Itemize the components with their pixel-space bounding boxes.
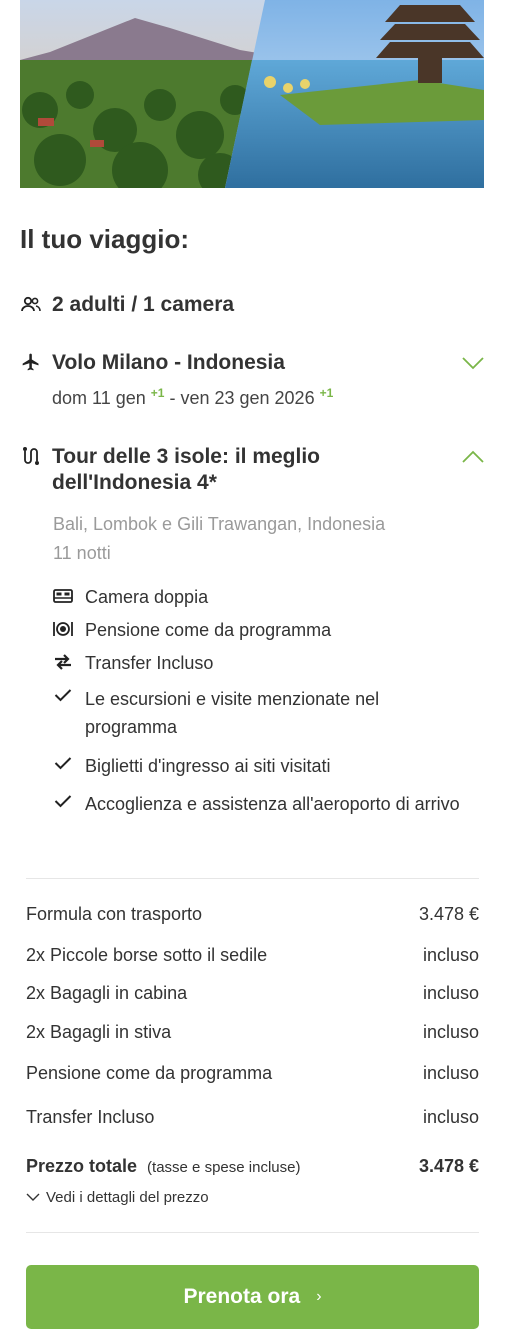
price-line-label: 2x Bagagli in stiva (26, 1022, 172, 1042)
date-separator: - (164, 388, 181, 408)
tour-header[interactable]: Tour delle 3 isole: il meglio dell'Indon… (20, 444, 484, 496)
price-line-value: incluso (422, 945, 479, 965)
depart-plus-day: +1 (150, 386, 165, 400)
inclusion-item: Transfer Incluso (85, 653, 214, 673)
book-now-button[interactable]: Prenota ora › (26, 1265, 479, 1329)
guests-label: 2 adulti / 1 camera (52, 293, 235, 316)
price-line-value: incluso (422, 1107, 479, 1127)
tour-location: Bali, Lombok e Gili Trawangan, Indonesia (53, 514, 386, 534)
inclusion-item: Camera doppia (85, 587, 209, 607)
price-line-label: Transfer Incluso (26, 1107, 155, 1127)
price-line-value: incluso (422, 983, 479, 1003)
return-plus-day: +1 (319, 386, 334, 400)
inclusion-item: Pensione come da programma (85, 620, 332, 640)
tour-title-line1: Tour delle 3 isole: il meglio (52, 445, 320, 468)
airplane-icon (20, 351, 42, 373)
chevron-down-icon (26, 1193, 40, 1201)
bed-icon (52, 587, 74, 605)
price-details-link[interactable]: Vedi i dettagli del prezzo (26, 1189, 209, 1206)
total-label: Prezzo totale (26, 1156, 138, 1176)
chevron-up-icon[interactable] (462, 450, 484, 464)
depart-date: dom 11 gen (52, 388, 146, 408)
price-line-value: incluso (422, 1022, 479, 1042)
price-line-value: incluso (422, 1063, 479, 1083)
dining-icon (52, 620, 74, 638)
divider (26, 1232, 479, 1233)
price-line-label: Formula con trasporto (26, 904, 203, 924)
price-line-label: 2x Bagagli in cabina (26, 983, 188, 1003)
page-title: Il tuo viaggio: (20, 224, 189, 254)
flight-section[interactable]: Volo Milano - Indonesia dom 11 gen +1 - … (20, 350, 484, 412)
price-line-value: 3.478 € (418, 904, 479, 924)
transfer-arrows-icon (52, 653, 74, 671)
checkmark-icon (52, 792, 74, 810)
return-date: ven 23 gen 2026 (180, 388, 315, 408)
flight-title: Volo Milano - Indonesia (52, 351, 285, 374)
divider (26, 878, 479, 879)
total-value: 3.478 € (418, 1156, 479, 1176)
checkmark-icon (52, 686, 74, 704)
guests-row: 2 adulti / 1 camera (20, 292, 484, 320)
price-line-label: Pensione come da programma (26, 1063, 273, 1083)
inclusion-item: Accoglienza e assistenza all'aeroporto d… (85, 794, 460, 814)
chevron-right-icon: › (316, 1288, 322, 1305)
hero-image (20, 0, 484, 188)
total-row: Prezzo totale (tasse e spese incluse) (26, 1156, 300, 1177)
price-line-label: 2x Piccole borse sotto il sedile (26, 945, 268, 965)
price-details-label: Vedi i dettagli del prezzo (46, 1189, 209, 1206)
book-now-label: Prenota ora (183, 1285, 301, 1308)
flight-dates: dom 11 gen +1 - ven 23 gen 2026 +1 (52, 386, 333, 409)
tour-nights: 11 notti (53, 543, 111, 563)
tour-title-line2: dell'Indonesia 4* (52, 471, 217, 494)
inclusion-item: Biglietti d'ingresso ai siti visitati (85, 756, 331, 776)
checkmark-icon (52, 754, 74, 772)
route-icon (20, 445, 42, 467)
people-icon (20, 294, 42, 316)
chevron-down-icon[interactable] (462, 356, 484, 370)
total-note: (tasse e spese incluse) (147, 1159, 301, 1176)
inclusion-item: Le escursioni e visite menzionate nel pr… (85, 689, 380, 737)
